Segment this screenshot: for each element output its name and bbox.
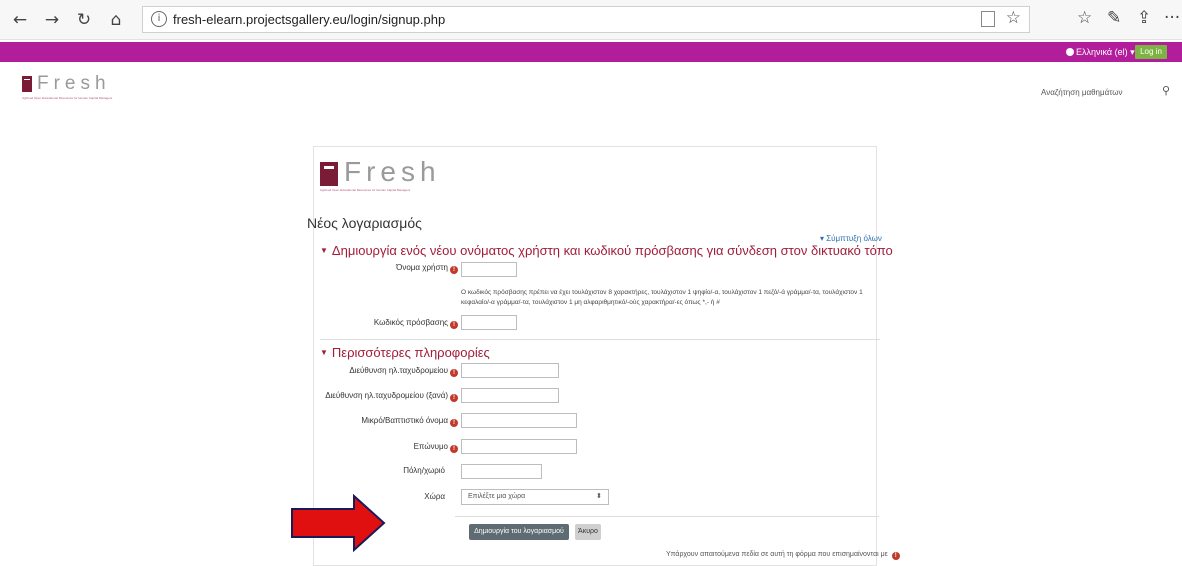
- logo-tagline: Agrifood Open Educational Resources for …: [22, 96, 113, 100]
- required-icon: !: [450, 394, 458, 402]
- course-search-link[interactable]: Αναζήτηση μαθημάτων: [1041, 88, 1123, 97]
- logo-word: Fresh: [344, 156, 441, 187]
- create-account-button[interactable]: Δημιουργία του λογαριασμού μου: [469, 524, 569, 551]
- reload-icon[interactable]: ↻: [72, 8, 96, 32]
- section-title: Δημιουργία ενός νέου ονόματος χρήστη και…: [331, 243, 893, 258]
- required-icon: !: [891, 552, 900, 560]
- language-label: Ελληνικά (el) ▾: [1076, 47, 1135, 57]
- section-header-credentials[interactable]: ▼ Δημιουργία ενός νέου ονόματος χρήστη κα…: [320, 243, 893, 258]
- password-input[interactable]: [461, 315, 517, 330]
- email-again-input[interactable]: [461, 388, 559, 403]
- chevron-down-icon: ▼: [320, 246, 328, 255]
- form-divider: [455, 516, 879, 517]
- forward-icon[interactable]: →: [40, 8, 64, 32]
- username-label: Όνομα χρήστη!: [378, 263, 458, 274]
- arrow-shape: [291, 494, 386, 552]
- country-select[interactable]: Επιλέξτε μια χώρα ⬍: [461, 489, 609, 505]
- browser-toolbar: ← → ↻ ⌂ i fresh-elearn.projectsgallery.e…: [0, 0, 1182, 40]
- star-icon[interactable]: ☆: [1006, 8, 1021, 28]
- firstname-label: Μικρό/Βαπτιστικό όνομα!: [318, 416, 458, 427]
- reading-view-icon[interactable]: [981, 11, 995, 27]
- red-arrow-icon: [291, 494, 386, 552]
- site-topbar: Ελληνικά (el) ▾ Log in: [0, 42, 1182, 62]
- lastname-label: Επώνυμο!: [378, 442, 458, 453]
- search-icon[interactable]: ⚲: [1162, 84, 1170, 97]
- firstname-input[interactable]: [461, 413, 577, 428]
- page-title: Νέος λογαριασμός: [307, 215, 422, 231]
- section-title: Περισσότερες πληροφορίες: [331, 345, 490, 360]
- cancel-button[interactable]: Άκυρο: [575, 524, 601, 540]
- required-icon: !: [450, 369, 458, 377]
- favorites-icon[interactable]: ☆: [1077, 8, 1092, 28]
- chevron-down-icon: ▼: [320, 348, 328, 357]
- logo-mark-icon: [22, 76, 32, 92]
- city-input[interactable]: [461, 464, 542, 479]
- email-again-label: Διεύθυνση ηλ.ταχυδρομείου (ξανά)!: [298, 391, 458, 402]
- password-policy-text: Ο κωδικός πρόσβασης πρέπει να έχει τουλά…: [461, 289, 863, 306]
- pen-icon[interactable]: ✎: [1107, 8, 1121, 28]
- share-icon[interactable]: ⇪: [1137, 8, 1151, 28]
- section-divider: [320, 339, 880, 340]
- section-header-more-info[interactable]: ▼ Περισσότερες πληροφορίες: [320, 345, 490, 360]
- required-icon: !: [450, 445, 458, 453]
- required-icon: !: [450, 321, 458, 329]
- select-arrows-icon: ⬍: [596, 493, 602, 500]
- country-label: Χώρα: [424, 492, 445, 501]
- more-icon[interactable]: ···: [1164, 8, 1180, 28]
- home-icon[interactable]: ⌂: [104, 8, 128, 32]
- required-icon: !: [450, 419, 458, 427]
- collapse-all-link[interactable]: ▾ Σύμπτυξη όλων: [820, 234, 882, 243]
- lastname-input[interactable]: [461, 439, 577, 454]
- email-label: Διεύθυνση ηλ.ταχυδρομείου!: [318, 366, 458, 377]
- username-input[interactable]: [461, 262, 517, 277]
- login-button[interactable]: Log in: [1135, 45, 1167, 59]
- required-fields-note: Υπάρχουν απαιτούμενα πεδία σε αυτή τη φό…: [666, 551, 900, 560]
- country-select-value: Επιλέξτε μια χώρα: [468, 493, 526, 500]
- globe-icon: [1066, 48, 1074, 56]
- required-icon: !: [450, 266, 458, 274]
- language-menu[interactable]: Ελληνικά (el) ▾: [1066, 47, 1135, 58]
- logo-tagline: Agrifood Open Educational Resources for …: [320, 188, 411, 192]
- logo-word: Fresh: [37, 73, 111, 94]
- logo-mark-icon: [320, 162, 338, 186]
- url-text[interactable]: fresh-elearn.projectsgallery.eu/login/si…: [173, 12, 445, 27]
- email-input[interactable]: [461, 363, 559, 378]
- city-label: Πόλη/χωριό: [403, 466, 445, 475]
- address-bar[interactable]: i fresh-elearn.projectsgallery.eu/login/…: [142, 6, 1030, 33]
- back-icon[interactable]: ←: [8, 8, 32, 32]
- password-label: Κωδικός πρόσβασης!: [358, 318, 458, 329]
- info-icon[interactable]: i: [151, 11, 167, 27]
